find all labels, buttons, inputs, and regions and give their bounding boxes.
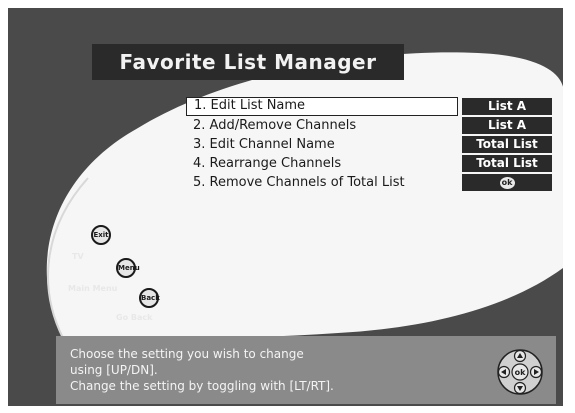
menu-item-label: 3. Edit Channel Name — [193, 137, 335, 152]
page-title-text: Favorite List Manager — [119, 50, 377, 74]
exit-button[interactable]: Exit — [91, 225, 111, 245]
dpad-ok-label: ok — [515, 368, 526, 377]
menu-item-edit-list-name[interactable]: 1. Edit List Name List A — [186, 97, 556, 116]
menu-item-label: 5. Remove Channels of Total List — [193, 175, 405, 190]
menu-item-label: 1. Edit List Name — [186, 97, 458, 116]
page-title: Favorite List Manager — [92, 44, 404, 80]
menu-item-value: List A — [462, 117, 552, 134]
menu-item-label: 2. Add/Remove Channels — [193, 118, 357, 133]
help-panel: Choose the setting you wish to change us… — [56, 336, 556, 404]
tv-screen: Favorite List Manager 1. Edit List Name … — [0, 0, 575, 413]
exit-button-label: TV — [72, 252, 84, 261]
help-text: Choose the setting you wish to change us… — [70, 346, 470, 394]
directional-pad-icon: ok — [497, 349, 543, 395]
back-button-label: Go Back — [116, 313, 153, 322]
help-line: Choose the setting you wish to change — [70, 347, 304, 361]
menu-button-label: Main Menu — [68, 284, 118, 293]
menu-item-edit-channel-name[interactable]: 3. Edit Channel Name Total List — [186, 135, 556, 154]
help-line: using [UP/DN]. — [70, 363, 158, 377]
menu-item-rearrange-channels[interactable]: 4. Rearrange Channels Total List — [186, 154, 556, 173]
menu-item-value-ok: ok — [462, 174, 552, 191]
ok-button-icon: ok — [499, 176, 515, 189]
menu-item-value: Total List — [462, 155, 552, 172]
menu-list: 1. Edit List Name List A 2. Add/Remove C… — [186, 97, 556, 192]
menu-button[interactable]: Menu — [116, 258, 140, 278]
menu-item-remove-channels-total-list[interactable]: 5. Remove Channels of Total List ok — [186, 173, 556, 192]
menu-item-label: 4. Rearrange Channels — [193, 156, 342, 171]
menu-item-value: Total List — [462, 136, 552, 153]
screen-frame: Favorite List Manager 1. Edit List Name … — [8, 8, 563, 406]
back-button[interactable]: Back — [139, 288, 160, 308]
menu-item-add-remove-channels[interactable]: 2. Add/Remove Channels List A — [186, 116, 556, 135]
help-line: Change the setting by toggling with [LT/… — [70, 379, 334, 393]
menu-item-value: List A — [462, 98, 552, 115]
